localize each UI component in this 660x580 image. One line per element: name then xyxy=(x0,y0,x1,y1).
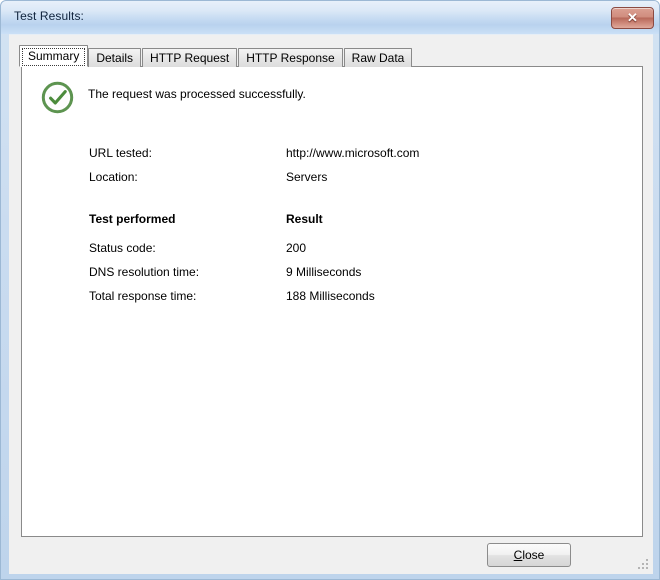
title-bar: Test Results: ✕ xyxy=(1,1,659,34)
status-message: The request was processed successfully. xyxy=(88,87,306,101)
tab-details[interactable]: Details xyxy=(88,48,142,67)
window-title: Test Results: xyxy=(14,9,84,23)
success-check-icon xyxy=(41,81,74,114)
table-row: Total response time: 188 Milliseconds xyxy=(89,289,609,312)
row-value: 9 Milliseconds xyxy=(286,265,362,279)
results-header-label: Test performed xyxy=(89,212,176,226)
table-row: DNS resolution time: 9 Milliseconds xyxy=(89,265,609,288)
row-value: Servers xyxy=(286,170,328,184)
row-label: URL tested: xyxy=(89,146,152,160)
tab-raw-data[interactable]: Raw Data xyxy=(343,48,413,67)
tab-label: Raw Data xyxy=(351,51,405,65)
row-value: 200 xyxy=(286,241,307,255)
table-row: Status code: 200 xyxy=(89,241,609,264)
tab-http-response[interactable]: HTTP Response xyxy=(238,48,343,67)
tab-panel-summary: The request was processed successfully. … xyxy=(21,66,643,537)
tab-summary[interactable]: Summary xyxy=(19,45,89,67)
window-close-button[interactable]: ✕ xyxy=(611,7,654,29)
tab-label: Details xyxy=(96,51,134,65)
tab-label: HTTP Request xyxy=(150,51,230,65)
table-row: URL tested: http://www.microsoft.com xyxy=(89,146,609,169)
tab-label: Summary xyxy=(28,49,80,63)
dialog-body: Summary Details HTTP Request HTTP Respon… xyxy=(9,34,653,574)
tab-label: HTTP Response xyxy=(246,51,335,65)
row-label: DNS resolution time: xyxy=(89,265,200,279)
results-header-row: Test performed Result xyxy=(89,212,609,235)
row-label: Status code: xyxy=(89,241,156,255)
close-button-label: lose xyxy=(522,548,545,562)
results-header-value: Result xyxy=(286,212,323,226)
row-label: Location: xyxy=(89,170,138,184)
status-row: The request was processed successfully. xyxy=(22,67,642,123)
dialog-window: Test Results: ✕ Summary Details HTTP Req… xyxy=(0,0,660,580)
row-label: Total response time: xyxy=(89,289,197,303)
close-button[interactable]: Close xyxy=(487,543,571,567)
row-value: 188 Milliseconds xyxy=(286,289,375,303)
resize-grip[interactable] xyxy=(637,558,650,571)
close-icon: ✕ xyxy=(627,10,638,25)
tab-strip: Summary Details HTTP Request HTTP Respon… xyxy=(19,45,413,67)
tab-http-request[interactable]: HTTP Request xyxy=(142,48,238,67)
tab-control: Summary Details HTTP Request HTTP Respon… xyxy=(19,45,643,537)
row-value: http://www.microsoft.com xyxy=(286,146,420,160)
table-row: Location: Servers xyxy=(89,170,609,193)
